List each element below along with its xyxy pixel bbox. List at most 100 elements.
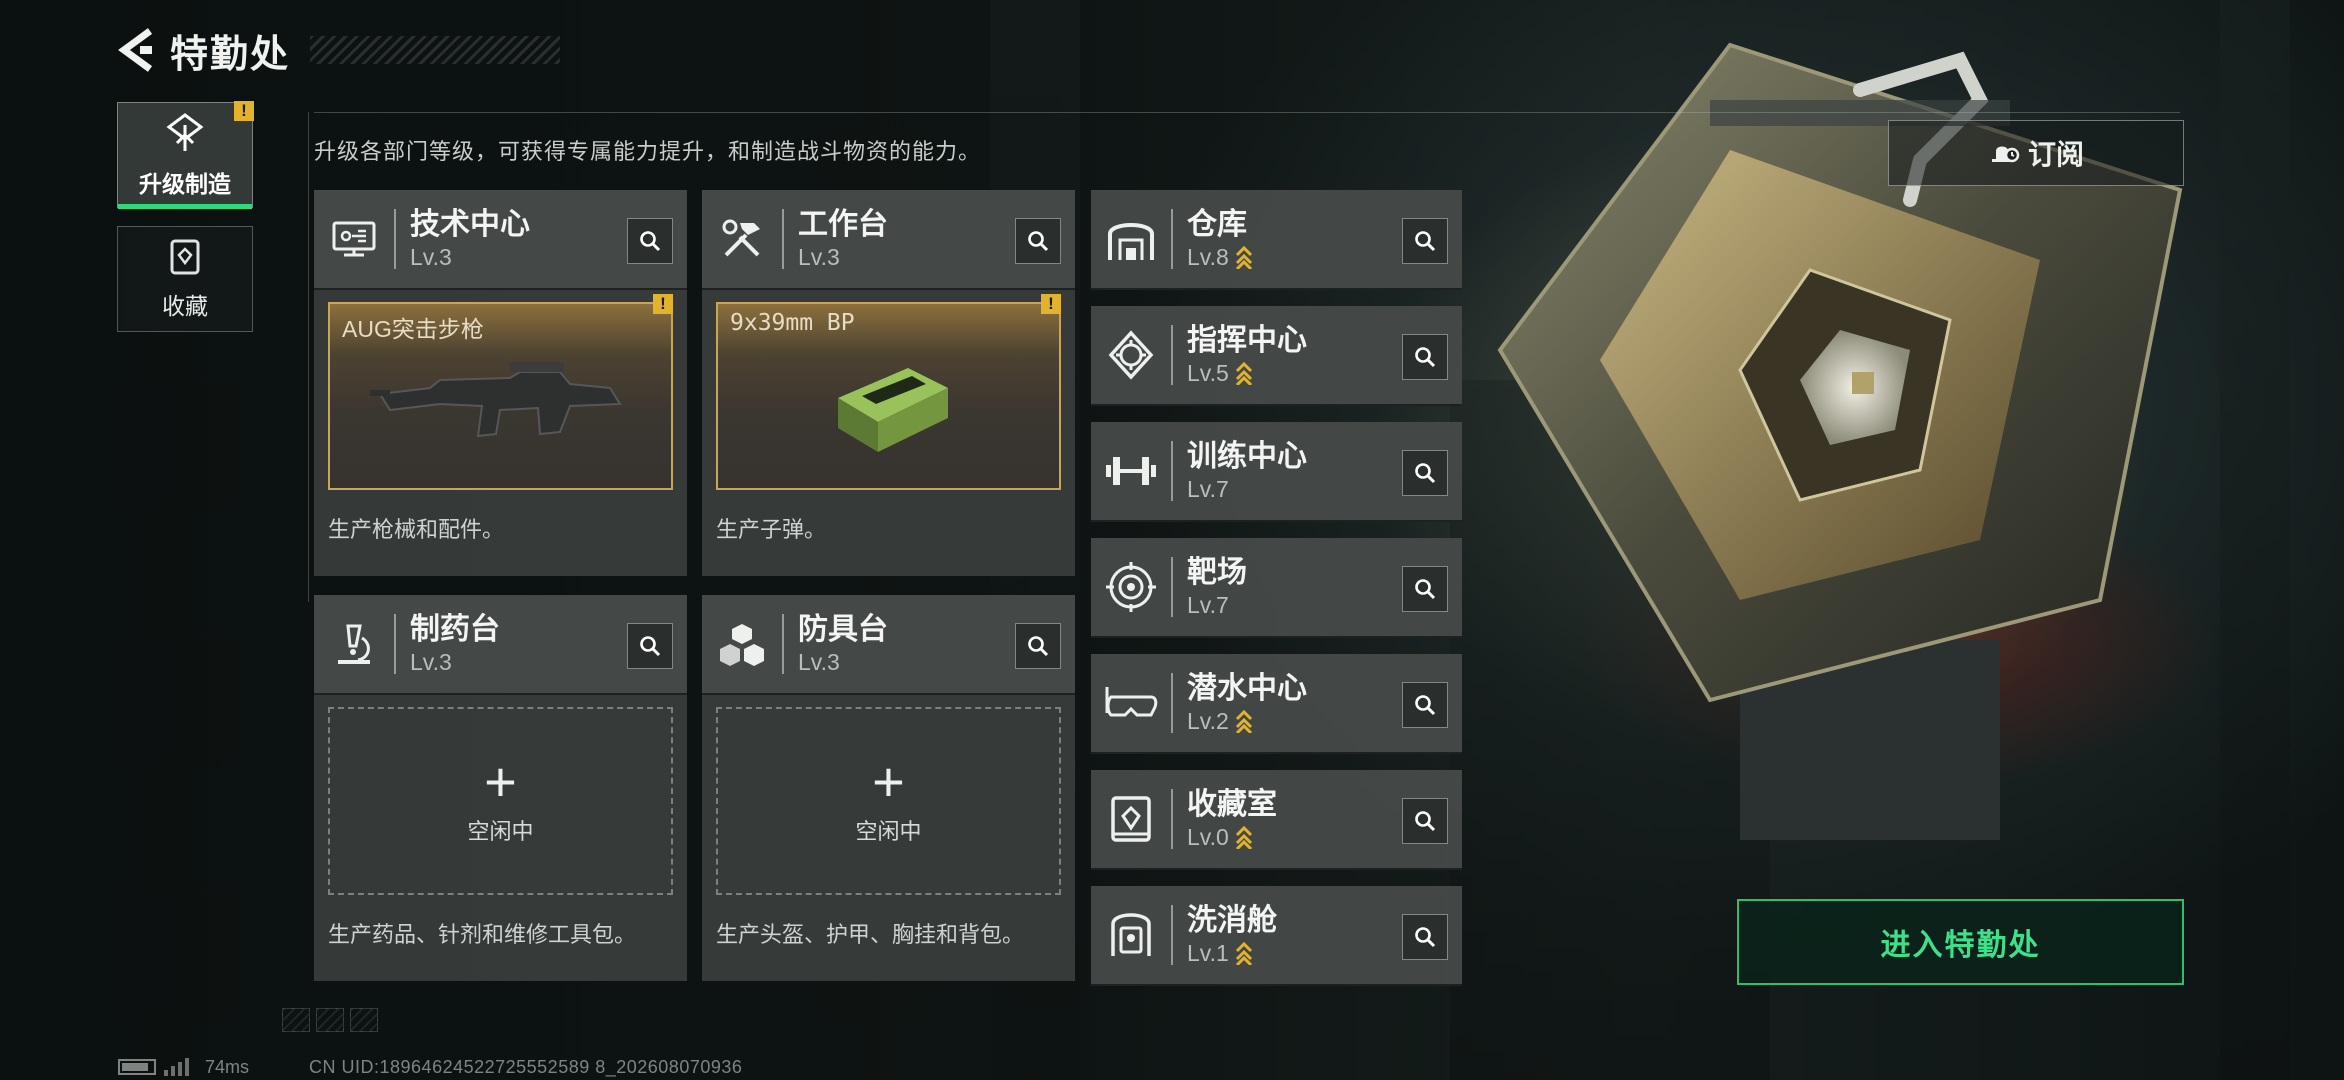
facility-detail-button[interactable] bbox=[627, 623, 673, 669]
facility-level: Lv.5 bbox=[1187, 360, 1229, 386]
alert-badge: ! bbox=[1041, 294, 1061, 314]
facility-card-tech-center: 技术中心 Lv.3 AUG突击步枪 ! 生产枪械和配件。 bbox=[314, 190, 687, 576]
dumbbell-icon bbox=[1106, 457, 1156, 485]
facility-header[interactable]: 制药台 Lv.3 bbox=[314, 595, 687, 695]
search-icon bbox=[1415, 811, 1436, 832]
facility-title: 制药台 bbox=[410, 613, 500, 646]
microscope-icon bbox=[338, 624, 370, 664]
facility-level: Lv.3 bbox=[798, 649, 840, 675]
facility-card-workbench: 工作台 Lv.3 9x39mm BP ! 生产子弹。 bbox=[702, 190, 1075, 576]
search-icon bbox=[1415, 463, 1436, 484]
tab-label: 升级制造 bbox=[139, 171, 231, 197]
search-icon bbox=[640, 231, 661, 252]
tab-upgrade-craft[interactable]: 升级制造 ! bbox=[117, 101, 254, 209]
tech-center-icon bbox=[332, 221, 376, 257]
plus-icon: + bbox=[872, 750, 905, 813]
facility-detail-button[interactable] bbox=[1015, 623, 1061, 669]
facility-description: 生产头盔、护甲、胸挂和背包。 bbox=[716, 922, 1025, 947]
enter-button-label: 进入特勤处 bbox=[1880, 929, 2041, 962]
facility-level: Lv.7 bbox=[1187, 476, 1229, 502]
facility-detail-button[interactable] bbox=[1402, 682, 1448, 728]
corner-decoration bbox=[282, 1008, 382, 1034]
idle-status: 空闲中 bbox=[855, 819, 922, 844]
idle-status: 空闲中 bbox=[467, 819, 534, 844]
back-arrow-icon bbox=[118, 28, 153, 72]
facility-shooting-range[interactable]: 靶场 Lv.7 bbox=[1091, 538, 1462, 638]
facility-level: Lv.1 bbox=[1187, 940, 1229, 966]
alert-badge: ! bbox=[234, 101, 254, 121]
facility-description: 生产药品、针剂和维修工具包。 bbox=[328, 922, 637, 947]
facility-detail-button[interactable] bbox=[1015, 218, 1061, 264]
facility-header[interactable]: 防具台 Lv.3 bbox=[702, 595, 1075, 695]
production-item-name: AUG突击步枪 bbox=[342, 316, 484, 342]
facility-description: 生产子弹。 bbox=[716, 517, 827, 542]
armor-bench-icon bbox=[720, 624, 764, 666]
facility-level: Lv.3 bbox=[410, 244, 452, 270]
upgrade-available-icon bbox=[1235, 245, 1253, 269]
facility-title: 技术中心 bbox=[410, 208, 530, 241]
facility-training-center[interactable]: 训练中心 Lv.7 bbox=[1091, 422, 1462, 522]
signal-icon bbox=[164, 1058, 189, 1076]
facility-detail-button[interactable] bbox=[1402, 218, 1448, 264]
battery-icon bbox=[118, 1059, 156, 1075]
divider bbox=[314, 112, 2180, 113]
search-icon bbox=[1415, 231, 1436, 252]
command-center-icon bbox=[1108, 330, 1154, 380]
facility-detail-button[interactable] bbox=[1402, 914, 1448, 960]
subscribe-button[interactable]: 订阅 bbox=[1888, 120, 2184, 186]
facility-detail-button[interactable] bbox=[1402, 450, 1448, 496]
facility-level: Lv.2 bbox=[1187, 708, 1229, 734]
search-icon bbox=[1028, 636, 1049, 657]
idle-production-slot[interactable]: + 空闲中 bbox=[716, 707, 1061, 895]
facility-detail-button[interactable] bbox=[1402, 798, 1448, 844]
facility-description: 生产枪械和配件。 bbox=[328, 517, 505, 542]
facility-level: Lv.8 bbox=[1187, 244, 1229, 270]
facility-title: 工作台 bbox=[798, 208, 888, 241]
facility-title: 洗消舱 bbox=[1187, 904, 1277, 937]
production-item-name: 9x39mm BP bbox=[730, 310, 855, 336]
facility-title: 潜水中心 bbox=[1187, 672, 1307, 705]
decon-chamber-icon bbox=[1111, 913, 1151, 956]
production-slot[interactable]: 9x39mm BP ! bbox=[716, 294, 1061, 490]
warehouse-icon bbox=[1108, 223, 1154, 260]
facility-command-center[interactable]: 指挥中心 Lv.5 bbox=[1091, 306, 1462, 406]
facility-detail-button[interactable] bbox=[1402, 566, 1448, 612]
diving-mask-icon bbox=[1105, 687, 1158, 717]
search-icon bbox=[640, 636, 661, 657]
upgrade-available-icon bbox=[1235, 361, 1253, 385]
tab-collection[interactable]: 收藏 bbox=[117, 226, 253, 332]
ping-readout: 74ms bbox=[205, 1056, 250, 1077]
status-footer: 74ms CN UID:18964624522725552589 8_20260… bbox=[118, 1056, 742, 1078]
page-title: 特勤处 bbox=[170, 33, 291, 76]
facility-collection-room[interactable]: 收藏室 Lv.0 bbox=[1091, 770, 1462, 870]
target-icon bbox=[1106, 562, 1156, 612]
facility-header[interactable]: 技术中心 Lv.3 bbox=[314, 190, 687, 290]
facility-title: 靶场 bbox=[1187, 556, 1247, 589]
plus-icon: + bbox=[484, 750, 517, 813]
facility-level: Lv.7 bbox=[1187, 592, 1229, 618]
alert-badge: ! bbox=[653, 294, 673, 314]
search-icon bbox=[1028, 231, 1049, 252]
production-slot[interactable]: AUG突击步枪 ! bbox=[328, 294, 673, 490]
facility-level: Lv.3 bbox=[410, 649, 452, 675]
facility-decon-chamber[interactable]: 洗消舱 Lv.1 bbox=[1091, 886, 1462, 986]
title-decoration bbox=[310, 36, 561, 64]
facility-title: 指挥中心 bbox=[1187, 324, 1307, 357]
enter-special-ops-button[interactable]: 进入特勤处 bbox=[1737, 899, 2184, 985]
page-description: 升级各部门等级，可获得专属能力提升，和制造战斗物资的能力。 bbox=[314, 139, 982, 164]
facility-warehouse[interactable]: 仓库 Lv.8 bbox=[1091, 190, 1462, 290]
collection-icon bbox=[170, 239, 200, 275]
uid-readout: CN UID:18964624522725552589 8_2026080709… bbox=[309, 1056, 743, 1077]
facility-header[interactable]: 工作台 Lv.3 bbox=[702, 190, 1075, 290]
facility-detail-button[interactable] bbox=[1402, 334, 1448, 380]
upgrade-craft-icon bbox=[166, 113, 204, 151]
facility-level: Lv.0 bbox=[1187, 824, 1229, 850]
subscribe-label: 订阅 bbox=[2027, 139, 2084, 170]
facility-diving-center[interactable]: 潜水中心 Lv.2 bbox=[1091, 654, 1462, 754]
search-icon bbox=[1415, 695, 1436, 716]
bell-clock-icon bbox=[1991, 146, 2020, 163]
idle-production-slot[interactable]: + 空闲中 bbox=[328, 707, 673, 895]
facility-detail-button[interactable] bbox=[627, 218, 673, 264]
search-icon bbox=[1415, 579, 1436, 600]
back-button[interactable] bbox=[110, 24, 162, 76]
